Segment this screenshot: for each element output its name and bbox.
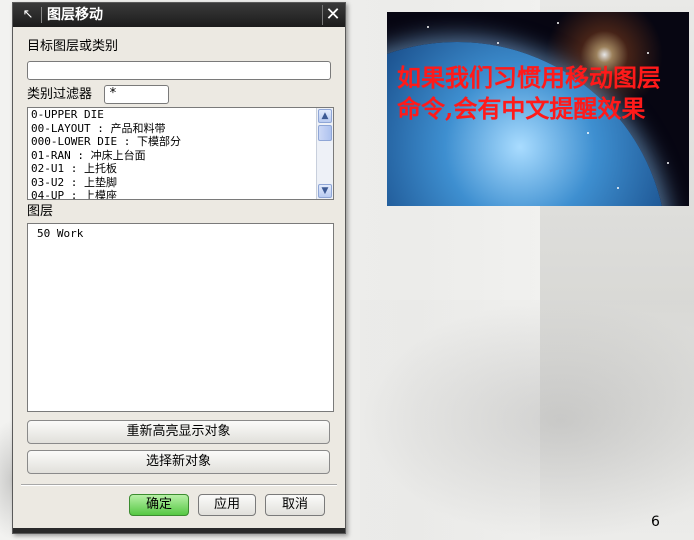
cancel-button[interactable]: 取消: [265, 494, 325, 516]
star: [557, 22, 559, 24]
list-item[interactable]: 50 Work: [28, 224, 333, 241]
dialog-title: 图层移动: [47, 7, 103, 23]
target-layer-label: 目标图层或类别: [27, 39, 119, 54]
list-item[interactable]: 04-UP : 上模座: [28, 189, 333, 199]
scroll-thumb[interactable]: [318, 125, 332, 141]
divider: [21, 484, 337, 486]
star: [587, 132, 589, 134]
star: [427, 26, 429, 28]
apply-button[interactable]: 应用: [198, 494, 256, 516]
pointer-icon: ↖: [22, 7, 34, 22]
close-icon[interactable]: ✕: [322, 5, 343, 25]
move-layer-dialog: ↖ 图层移动 ✕ 目标图层或类别 类别过滤器 * 0-UPPER DIE 00-…: [12, 2, 346, 534]
target-layer-input[interactable]: [27, 61, 331, 80]
page-number: 6: [651, 514, 660, 530]
callout-text: 如果我们习惯用移动图层命令,会有中文提醒效果: [397, 63, 661, 123]
category-list-scrollbar[interactable]: ▲ ▼: [316, 108, 333, 199]
layer-label: 图层: [27, 204, 54, 219]
list-item[interactable]: 01-RAN : 冲床上台面: [28, 149, 333, 163]
star: [667, 162, 669, 164]
title-separator: [41, 7, 42, 23]
star: [647, 52, 649, 54]
scroll-up-icon[interactable]: ▲: [318, 109, 332, 123]
select-new-object-button[interactable]: 选择新对象: [27, 450, 330, 474]
list-item[interactable]: 02-U1 : 上托板: [28, 162, 333, 176]
list-item[interactable]: 03-U2 : 上垫脚: [28, 176, 333, 190]
star: [617, 187, 619, 189]
list-item[interactable]: 0-UPPER DIE: [28, 108, 333, 122]
background-ink-painting: [360, 300, 694, 540]
scroll-down-icon[interactable]: ▼: [318, 184, 332, 198]
category-list[interactable]: 0-UPPER DIE 00-LAYOUT : 产品和料带 000-LOWER …: [27, 107, 334, 200]
list-item[interactable]: 00-LAYOUT : 产品和料带: [28, 122, 333, 136]
ok-button[interactable]: 确定: [129, 494, 189, 516]
list-item[interactable]: 000-LOWER DIE : 下模部分: [28, 135, 333, 149]
category-filter-input[interactable]: *: [104, 85, 169, 104]
dialog-bottom-bar: [13, 528, 345, 533]
dialog-titlebar[interactable]: ↖ 图层移动 ✕: [13, 3, 345, 27]
layer-list[interactable]: 50 Work: [27, 223, 334, 412]
reselect-highlight-button[interactable]: 重新高亮显示对象: [27, 420, 330, 444]
space-image: 如果我们习惯用移动图层命令,会有中文提醒效果: [387, 12, 689, 206]
category-filter-label: 类别过滤器: [27, 87, 93, 102]
star: [497, 42, 499, 44]
